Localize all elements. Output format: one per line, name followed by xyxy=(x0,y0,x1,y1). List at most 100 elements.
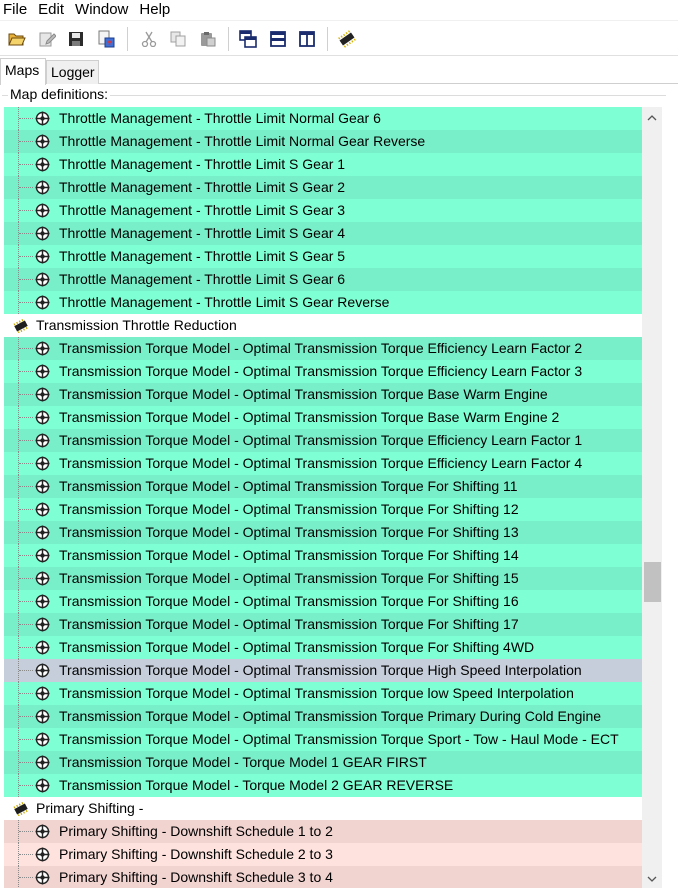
open-folder-icon[interactable] xyxy=(7,29,27,49)
tree-item-row[interactable]: Transmission Torque Model - Optimal Tran… xyxy=(4,705,642,728)
tree-category-row[interactable]: Transmission Throttle Reduction xyxy=(4,314,642,337)
edit-file-icon[interactable] xyxy=(37,29,57,49)
tree-connector xyxy=(19,785,33,786)
tree-item-row[interactable]: Transmission Torque Model - Optimal Tran… xyxy=(4,728,642,751)
map-definitions-tree[interactable]: Throttle Management - Throttle Limit Nor… xyxy=(4,107,642,888)
tree-item-row[interactable]: Primary Shifting - Downshift Schedule 2 … xyxy=(4,843,642,866)
save-icon[interactable] xyxy=(66,29,86,49)
tree-item-row[interactable]: Transmission Torque Model - Optimal Tran… xyxy=(4,590,642,613)
map-target-icon xyxy=(35,203,50,218)
map-target-icon xyxy=(35,433,50,448)
tab-logger[interactable]: Logger xyxy=(46,60,99,84)
tree-connector xyxy=(19,854,33,855)
toolbar xyxy=(0,20,678,56)
menu-bar: File Edit Window Help xyxy=(0,0,678,20)
tile-horizontal-icon[interactable] xyxy=(268,29,288,49)
tree-item-label: Transmission Torque Model - Optimal Tran… xyxy=(59,639,535,655)
tree-connector xyxy=(19,463,33,464)
menu-help[interactable]: Help xyxy=(135,1,177,19)
tree-item-row[interactable]: Primary Shifting - Downshift Schedule 1 … xyxy=(4,820,642,843)
tree-item-label: Transmission Torque Model - Optimal Tran… xyxy=(59,455,583,471)
map-target-icon xyxy=(35,364,50,379)
map-target-icon xyxy=(35,686,50,701)
map-target-icon xyxy=(35,111,50,126)
tree-item-row[interactable]: Transmission Torque Model - Optimal Tran… xyxy=(4,475,642,498)
tree-item-row[interactable]: Transmission Torque Model - Optimal Tran… xyxy=(4,521,642,544)
scroll-up-icon[interactable] xyxy=(642,109,662,127)
tree-item-label: Primary Shifting - xyxy=(36,800,144,816)
tree-item-row[interactable]: Transmission Torque Model - Optimal Tran… xyxy=(4,429,642,452)
tree-item-row[interactable]: Throttle Management - Throttle Limit S G… xyxy=(4,291,642,314)
map-target-icon xyxy=(35,525,50,540)
map-target-icon xyxy=(35,272,50,287)
tree-connector xyxy=(19,601,33,602)
tree-item-row[interactable]: Transmission Torque Model - Optimal Tran… xyxy=(4,498,642,521)
tree-connector xyxy=(19,831,33,832)
tree-item-row[interactable]: Transmission Torque Model - Optimal Tran… xyxy=(4,452,642,475)
tree-item-row[interactable]: Transmission Torque Model - Optimal Tran… xyxy=(4,360,642,383)
tree-item-row[interactable]: Throttle Management - Throttle Limit S G… xyxy=(4,176,642,199)
cut-icon[interactable] xyxy=(139,29,159,49)
tree-item-row[interactable]: Throttle Management - Throttle Limit S G… xyxy=(4,199,642,222)
map-target-icon xyxy=(35,824,50,839)
tree-connector xyxy=(19,762,33,763)
copy-icon[interactable] xyxy=(168,29,188,49)
tree-connector xyxy=(19,877,33,878)
map-target-icon xyxy=(35,180,50,195)
tree-connector xyxy=(19,440,33,441)
tree-item-row[interactable]: Throttle Management - Throttle Limit S G… xyxy=(4,153,642,176)
scrollbar-thumb[interactable] xyxy=(644,562,661,603)
menu-edit[interactable]: Edit xyxy=(34,1,71,19)
map-target-icon xyxy=(35,617,50,632)
tree-item-label: Transmission Throttle Reduction xyxy=(36,317,237,333)
tree-item-row[interactable]: Transmission Torque Model - Optimal Tran… xyxy=(4,337,642,360)
map-target-icon xyxy=(35,778,50,793)
tree-item-row[interactable]: Transmission Torque Model - Optimal Tran… xyxy=(4,544,642,567)
paste-icon[interactable] xyxy=(198,29,218,49)
tree-item-row[interactable]: Transmission Torque Model - Optimal Tran… xyxy=(4,682,642,705)
tree-item-row[interactable]: Throttle Management - Throttle Limit Nor… xyxy=(4,130,642,153)
map-target-icon xyxy=(35,571,50,586)
tree-item-row[interactable]: Transmission Torque Model - Optimal Tran… xyxy=(4,613,642,636)
tree-item-row[interactable]: Transmission Torque Model - Optimal Tran… xyxy=(4,567,642,590)
tab-maps[interactable]: Maps xyxy=(0,58,46,85)
menu-window[interactable]: Window xyxy=(71,1,135,19)
scroll-down-icon[interactable] xyxy=(642,870,662,888)
map-target-icon xyxy=(35,709,50,724)
map-target-icon xyxy=(35,295,50,310)
tree-item-row[interactable]: Throttle Management - Throttle Limit S G… xyxy=(4,245,642,268)
vertical-scrollbar[interactable] xyxy=(642,107,662,888)
tree-item-label: Transmission Torque Model - Optimal Tran… xyxy=(59,432,583,448)
tile-vertical-icon[interactable] xyxy=(297,29,317,49)
tree-item-row[interactable]: Transmission Torque Model - Torque Model… xyxy=(4,774,642,797)
map-target-icon xyxy=(35,249,50,264)
tree-item-row[interactable]: Throttle Management - Throttle Limit S G… xyxy=(4,222,642,245)
tree-item-label: Throttle Management - Throttle Limit S G… xyxy=(59,156,346,172)
save-as-icon[interactable] xyxy=(96,29,116,49)
tree-item-row[interactable]: Transmission Torque Model - Optimal Tran… xyxy=(4,659,642,682)
cascade-windows-icon[interactable] xyxy=(238,29,258,49)
tree-item-row[interactable]: Transmission Torque Model - Torque Model… xyxy=(4,751,642,774)
tree-item-row[interactable]: Throttle Management - Throttle Limit S G… xyxy=(4,268,642,291)
tree-category-row[interactable]: Primary Shifting - xyxy=(4,797,642,820)
tree-connector xyxy=(19,647,33,648)
menu-file[interactable]: File xyxy=(0,1,34,19)
tree-item-label: Transmission Torque Model - Optimal Tran… xyxy=(59,570,519,586)
tree-connector xyxy=(19,371,33,372)
tree-item-row[interactable]: Transmission Torque Model - Optimal Tran… xyxy=(4,383,642,406)
tree-item-row[interactable]: Primary Shifting - Downshift Schedule 3 … xyxy=(4,866,642,888)
tree-item-label: Transmission Torque Model - Optimal Tran… xyxy=(59,524,519,540)
tree-item-row[interactable]: Throttle Management - Throttle Limit Nor… xyxy=(4,107,642,130)
tree-item-label: Transmission Torque Model - Optimal Tran… xyxy=(59,708,602,724)
map-target-icon xyxy=(35,479,50,494)
map-target-icon xyxy=(35,732,50,747)
tree-item-label: Transmission Torque Model - Optimal Tran… xyxy=(59,593,519,609)
tree-connector xyxy=(19,210,33,211)
map-target-icon xyxy=(35,226,50,241)
tree-connector xyxy=(19,164,33,165)
tree-item-label: Transmission Torque Model - Optimal Tran… xyxy=(59,386,548,402)
tree-item-row[interactable]: Transmission Torque Model - Optimal Tran… xyxy=(4,406,642,429)
tree-item-row[interactable]: Transmission Torque Model - Optimal Tran… xyxy=(4,636,642,659)
tree-connector xyxy=(19,233,33,234)
ecu-chip-icon[interactable] xyxy=(337,29,357,49)
